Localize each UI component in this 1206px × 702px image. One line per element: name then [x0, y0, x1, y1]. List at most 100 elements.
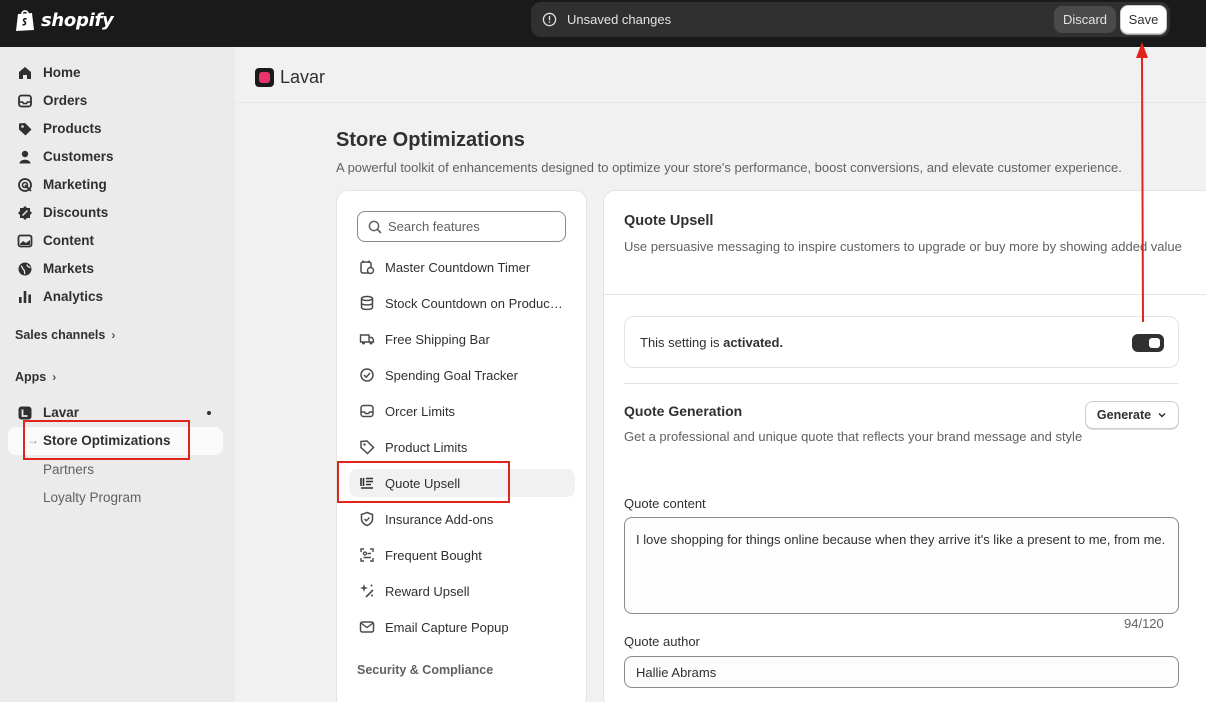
chevron-right-icon: › [111, 328, 116, 342]
unsaved-changes-text: Unsaved changes [567, 12, 672, 27]
sidebar-item-label: Products [43, 121, 102, 136]
feature-item-order-limits[interactable]: Orcer Limits [349, 397, 575, 425]
sidebar: Home Orders Products Customers Marketing… [0, 47, 235, 702]
timer-icon [360, 260, 375, 275]
sidebar-item-partners[interactable]: Partners [43, 462, 94, 477]
feature-item-frequent-bought[interactable]: Frequent Bought [349, 541, 575, 569]
feature-label: Orcer Limits [385, 404, 456, 419]
bar-chart-icon [19, 291, 31, 303]
quote-content-textarea[interactable]: I love shopping for things online becaus… [624, 517, 1179, 614]
sidebar-item-analytics[interactable]: Analytics [8, 284, 223, 310]
chevron-down-icon [1158, 412, 1166, 418]
feature-label: Insurance Add-ons [385, 512, 494, 527]
activation-status-box: This setting is activated. [624, 316, 1179, 368]
sidebar-item-discounts[interactable]: Discounts [8, 200, 223, 226]
quote-author-label: Quote author [624, 634, 700, 649]
sidebar-item-markets[interactable]: Markets [8, 256, 223, 282]
divider [604, 294, 1206, 295]
tag-icon [19, 123, 32, 136]
feature-item-master-countdown-timer[interactable]: Master Countdown Timer [349, 253, 575, 281]
truck-icon [359, 334, 375, 345]
inbox-icon [360, 404, 374, 418]
feature-label: Master Countdown Timer [385, 260, 531, 275]
feature-label: Spending Goal Tracker [385, 368, 518, 383]
sidebar-item-label: Customers [43, 149, 114, 164]
sidebar-item-marketing[interactable]: Marketing [8, 172, 223, 198]
search-input[interactable] [388, 213, 563, 240]
feature-label: Frequent Bought [385, 548, 482, 563]
discard-button[interactable]: Discard [1054, 6, 1116, 33]
feature-label: Free Shipping Bar [385, 332, 490, 347]
quote-generation-description: Get a professional and unique quote that… [624, 429, 1083, 444]
sidebar-item-label: Analytics [43, 289, 104, 304]
sparkle-icon [360, 584, 374, 598]
sidebar-item-label: Content [43, 233, 94, 248]
generate-dropdown-button[interactable]: Generate [1085, 401, 1179, 429]
page-description: A powerful toolkit of enhancements desig… [336, 160, 1122, 175]
globe-icon [18, 262, 32, 276]
apps-label: Apps [15, 370, 47, 384]
sidebar-item-loyalty-program[interactable]: Loyalty Program [43, 490, 141, 505]
highlight-store-optimizations [23, 420, 190, 460]
sidebar-item-products[interactable]: Products [8, 116, 223, 142]
tag-icon [360, 440, 375, 455]
grid-icon [360, 548, 374, 562]
apps-link[interactable]: Apps › [15, 370, 56, 384]
target-icon [18, 178, 32, 192]
toggle-knob [1149, 338, 1160, 348]
lavar-app-icon [18, 406, 32, 420]
feature-item-reward-upsell[interactable]: Reward Upsell [349, 577, 575, 605]
detail-title: Quote Upsell [624, 213, 714, 229]
sidebar-item-content[interactable]: Content [8, 228, 223, 254]
save-button[interactable]: Save [1120, 5, 1167, 34]
email-icon [359, 621, 375, 633]
database-icon [360, 295, 374, 311]
feature-item-email-capture-popup[interactable]: Email Capture Popup [349, 613, 575, 641]
brand-name: shopify [41, 9, 114, 31]
character-count: 94/120 [1124, 616, 1164, 631]
sales-channels-label: Sales channels [15, 328, 106, 342]
chevron-right-icon: › [52, 370, 57, 384]
image-icon [17, 234, 33, 248]
shopify-logo[interactable]: shopify [14, 8, 114, 32]
search-field[interactable] [357, 211, 566, 242]
check-circle-icon [360, 368, 374, 382]
feature-label: Email Capture Popup [385, 620, 509, 635]
feature-item-free-shipping-bar[interactable]: Free Shipping Bar [349, 325, 575, 353]
sidebar-item-customers[interactable]: Customers [8, 144, 223, 170]
sidebar-item-label: Marketing [43, 177, 107, 192]
notification-dot [207, 411, 211, 415]
sidebar-item-label: Lavar [43, 405, 80, 420]
quote-generation-title: Quote Generation [624, 403, 743, 419]
quote-author-input[interactable] [624, 656, 1179, 688]
features-list-card: Master Countdown Timer Stock Countdown o… [336, 190, 587, 702]
feature-item-stock-countdown[interactable]: Stock Countdown on Product Page [349, 289, 575, 317]
quote-content-label: Quote content [624, 496, 706, 511]
feature-item-product-limits[interactable]: Product Limits [349, 433, 575, 461]
highlight-quote-upsell [337, 461, 510, 503]
sidebar-item-home[interactable]: Home [8, 60, 223, 86]
quote-upsell-detail-card: Quote Upsell Use persuasive messaging to… [603, 190, 1206, 702]
inbox-icon [18, 94, 32, 108]
person-icon [19, 150, 31, 164]
feature-item-spending-goal-tracker[interactable]: Spending Goal Tracker [349, 361, 575, 389]
generate-label: Generate [1096, 408, 1152, 422]
sidebar-item-orders[interactable]: Orders [8, 88, 223, 114]
app-header: Lavar [235, 47, 1206, 103]
activation-status-text: This setting is activated. [640, 335, 783, 350]
sales-channels-link[interactable]: Sales channels › [15, 328, 115, 342]
lavar-logo-icon [255, 68, 274, 87]
activation-prefix: This setting is [640, 335, 724, 350]
app-title: Lavar [280, 67, 326, 87]
sidebar-item-label: Discounts [43, 205, 109, 220]
discount-icon [18, 206, 32, 220]
sidebar-item-label: Markets [43, 261, 95, 276]
activation-state: activated. [723, 335, 784, 350]
unsaved-changes-bar: Unsaved changes Discard Save [531, 2, 1170, 37]
activation-toggle[interactable] [1132, 334, 1164, 352]
feature-label: Stock Countdown on Product Page [385, 296, 565, 311]
top-bar: shopify Unsaved changes Discard Save [0, 0, 1206, 47]
feature-item-insurance-add-ons[interactable]: Insurance Add-ons [349, 505, 575, 533]
divider [624, 383, 1179, 384]
alert-circle-icon [542, 12, 557, 27]
